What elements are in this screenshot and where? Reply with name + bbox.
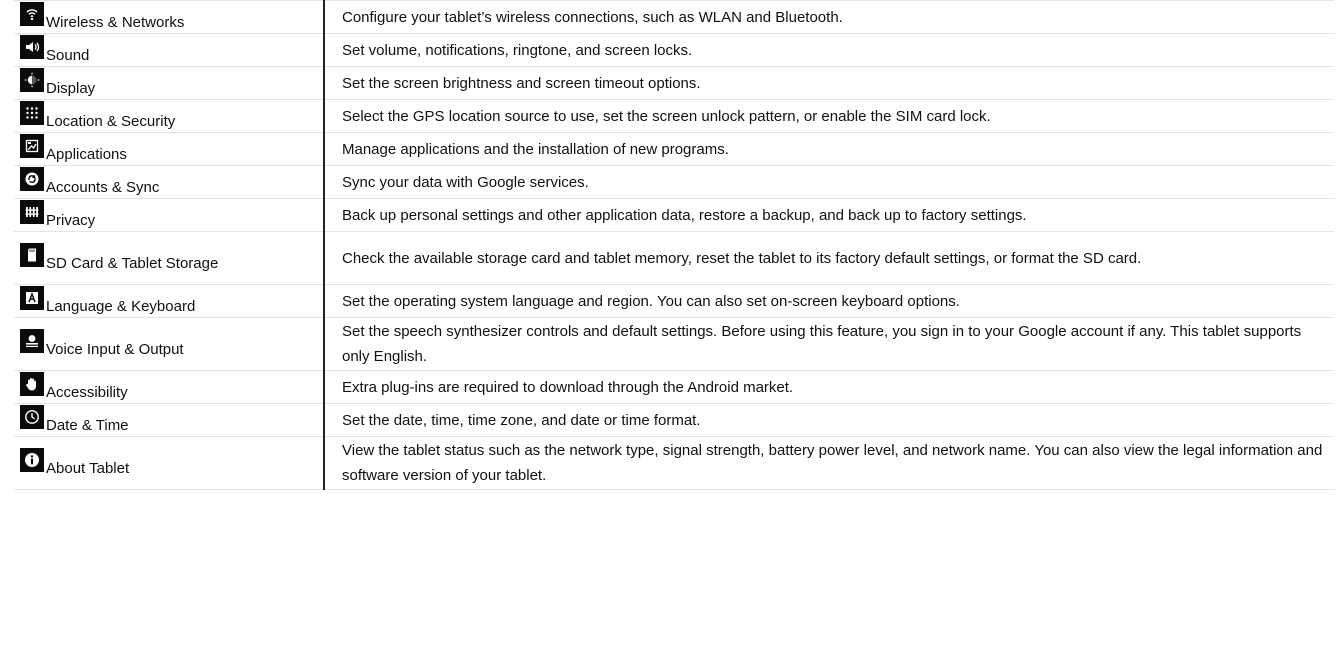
- table-row: About Tablet View the tablet status such …: [14, 436, 1334, 490]
- voice-icon: [20, 329, 44, 353]
- setting-name-cell: About Tablet: [14, 436, 325, 490]
- applications-icon: [20, 134, 44, 158]
- setting-name-wrap: About Tablet: [20, 447, 323, 479]
- settings-reference-table: Wireless & Networks Configure your tablet…: [14, 0, 1334, 490]
- setting-name: Display: [46, 80, 96, 97]
- keyboard-letter-icon: [20, 286, 44, 310]
- table-row: SD Card & Tablet Storage Check the availa…: [14, 231, 1334, 285]
- setting-description: Set the speech synthesizer controls and …: [342, 323, 1302, 365]
- setting-name-cell: Applications: [14, 132, 325, 166]
- settings-rows: Wireless & Networks Configure your tablet…: [14, 0, 1334, 490]
- setting-description: Back up personal settings and other appl…: [342, 206, 1027, 224]
- setting-name-cell: Accessibility: [14, 370, 325, 404]
- setting-name-cell: Privacy: [14, 198, 325, 232]
- setting-name-wrap: Location & Security: [20, 100, 323, 132]
- table-row: Display Set the screen brightness and scr…: [14, 66, 1334, 100]
- table-row: Language & Keyboard Set the operating sys…: [14, 284, 1334, 318]
- setting-description: Extra plug-ins are required to download …: [342, 378, 794, 396]
- table-row: Date & Time Set the date, time, time zone…: [14, 403, 1334, 437]
- setting-description: View the tablet status such as the netwo…: [342, 442, 1323, 484]
- setting-description: Set the screen brightness and screen tim…: [342, 74, 701, 92]
- setting-name-wrap: Voice Input & Output: [20, 328, 323, 360]
- setting-description: Set the date, time, time zone, and date …: [342, 411, 701, 429]
- setting-name-wrap: Date & Time: [20, 404, 323, 436]
- setting-name-cell: Location & Security: [14, 99, 325, 133]
- setting-description: Manage applications and the installation…: [342, 140, 729, 158]
- setting-name: Location & Security: [46, 113, 176, 130]
- privacy-icon: [20, 200, 44, 224]
- setting-name: Accessibility: [46, 384, 128, 401]
- setting-name-wrap: Accessibility: [20, 371, 323, 403]
- setting-description: Check the available storage card and tab…: [342, 249, 1142, 267]
- sd-card-icon: [20, 243, 44, 267]
- info-icon: [20, 448, 44, 472]
- setting-name: Applications: [46, 146, 127, 163]
- brightness-icon: [20, 68, 44, 92]
- table-row: Location & Security Select the GPS locati…: [14, 99, 1334, 133]
- wifi-icon: [20, 2, 44, 26]
- sync-icon: [20, 167, 44, 191]
- table-row: Applications Manage applications and the …: [14, 132, 1334, 166]
- setting-name: Sound: [46, 47, 90, 64]
- setting-name-wrap: Sound: [20, 34, 323, 66]
- setting-name-wrap: Display: [20, 67, 323, 99]
- setting-name: Date & Time: [46, 417, 129, 434]
- setting-name-cell: Wireless & Networks: [14, 0, 325, 34]
- setting-name: About Tablet: [46, 460, 130, 477]
- setting-description: Configure your tablet’s wireless connect…: [342, 8, 843, 26]
- setting-name-wrap: Privacy: [20, 199, 323, 231]
- setting-name-wrap: Accounts & Sync: [20, 166, 323, 198]
- speaker-icon: [20, 35, 44, 59]
- location-grid-icon: [20, 101, 44, 125]
- setting-name-cell: Display: [14, 66, 325, 100]
- setting-name-cell: SD Card & Tablet Storage: [14, 231, 325, 285]
- setting-name: Voice Input & Output: [46, 341, 184, 358]
- table-row: Voice Input & Output Set the speech synth…: [14, 317, 1334, 371]
- hand-icon: [20, 372, 44, 396]
- setting-name-wrap: Language & Keyboard: [20, 285, 323, 317]
- setting-name: SD Card & Tablet Storage: [46, 255, 219, 272]
- setting-name: Wireless & Networks: [46, 14, 185, 31]
- table-row: Accessibility Extra plug-ins are required…: [14, 370, 1334, 404]
- setting-description: Set volume, notifications, ringtone, and…: [342, 41, 693, 59]
- setting-name-wrap: Applications: [20, 133, 323, 165]
- setting-name-cell: Language & Keyboard: [14, 284, 325, 318]
- setting-description: Set the operating system language and re…: [342, 292, 960, 310]
- setting-name: Language & Keyboard: [46, 298, 196, 315]
- clock-icon: [20, 405, 44, 429]
- setting-name-cell: Voice Input & Output: [14, 317, 325, 371]
- setting-name-wrap: Wireless & Networks: [20, 1, 323, 33]
- table-row: Sound Set volume, notifications, ringtone…: [14, 33, 1334, 67]
- table-row: Accounts & Sync Sync your data with Googl…: [14, 165, 1334, 199]
- setting-description: Sync your data with Google services.: [342, 173, 589, 191]
- setting-name-cell: Date & Time: [14, 403, 325, 437]
- setting-name-cell: Sound: [14, 33, 325, 67]
- setting-description: Select the GPS location source to use, s…: [342, 107, 991, 125]
- setting-name: Privacy: [46, 212, 96, 229]
- setting-name-cell: Accounts & Sync: [14, 165, 325, 199]
- setting-name-wrap: SD Card & Tablet Storage: [20, 242, 323, 274]
- table-row: Privacy Back up personal settings and oth…: [14, 198, 1334, 232]
- table-row: Wireless & Networks Configure your tablet…: [14, 0, 1334, 34]
- setting-name: Accounts & Sync: [46, 179, 160, 196]
